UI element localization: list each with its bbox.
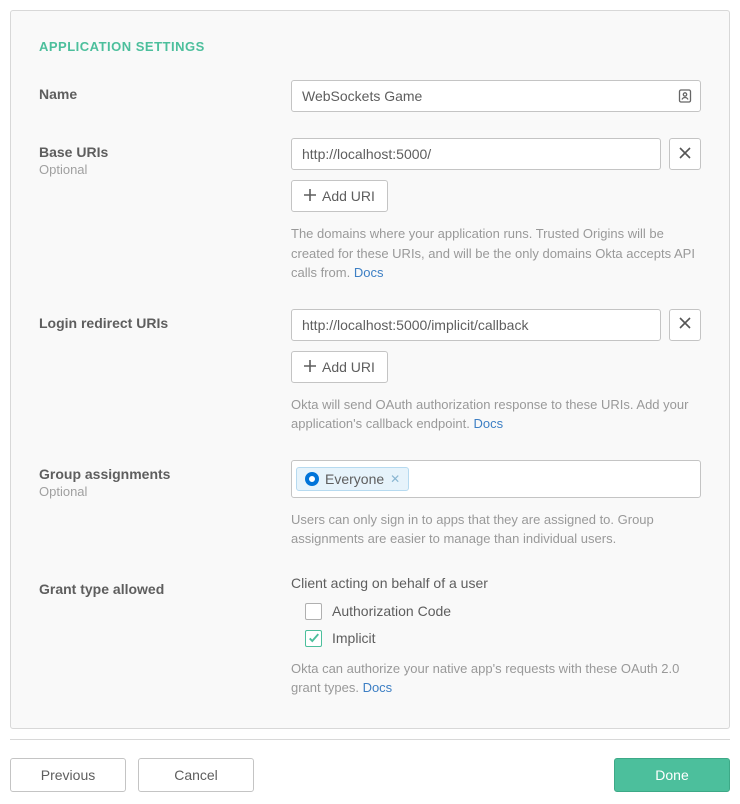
- base-uris-helper: The domains where your application runs.…: [291, 224, 701, 283]
- add-base-uri-label: Add URI: [322, 188, 375, 204]
- name-input[interactable]: [291, 80, 701, 112]
- grant-type-docs-link[interactable]: Docs: [363, 680, 393, 695]
- group-assignments-row: Group assignments Optional Everyone ✕ Us…: [39, 460, 701, 549]
- implicit-checkbox[interactable]: [305, 630, 322, 647]
- base-uris-docs-link[interactable]: Docs: [354, 265, 384, 280]
- name-label: Name: [39, 86, 291, 102]
- base-uris-row: Base URIs Optional Add URI The domains w…: [39, 138, 701, 283]
- contact-card-icon: [677, 88, 693, 104]
- name-row: Name: [39, 80, 701, 112]
- grant-type-field-col: Client acting on behalf of a user Author…: [291, 575, 701, 698]
- login-redirect-label: Login redirect URIs: [39, 315, 291, 331]
- remove-login-redirect-button[interactable]: [669, 309, 701, 341]
- grant-type-label-col: Grant type allowed: [39, 575, 291, 698]
- previous-button[interactable]: Previous: [10, 758, 126, 792]
- group-assignments-label: Group assignments: [39, 466, 291, 482]
- section-title: APPLICATION SETTINGS: [39, 39, 701, 54]
- footer-spacer: [266, 758, 602, 792]
- grant-type-subheading: Client acting on behalf of a user: [291, 575, 701, 591]
- footer: Previous Cancel Done: [10, 739, 730, 792]
- group-assignments-field-col: Everyone ✕ Users can only sign in to app…: [291, 460, 701, 549]
- base-uris-label: Base URIs: [39, 144, 291, 160]
- base-uris-label-col: Base URIs Optional: [39, 138, 291, 283]
- name-field-col: [291, 80, 701, 112]
- name-label-col: Name: [39, 80, 291, 112]
- application-settings-panel: APPLICATION SETTINGS Name Base URIs Op: [10, 10, 730, 729]
- login-redirect-row: Login redirect URIs Add URI Okta will se…: [39, 309, 701, 434]
- group-assignments-sublabel: Optional: [39, 484, 291, 499]
- name-input-wrap: [291, 80, 701, 112]
- radio-selected-icon: [305, 472, 319, 486]
- login-redirect-docs-link[interactable]: Docs: [473, 416, 503, 431]
- base-uri-entry: [291, 138, 701, 170]
- group-tag-label: Everyone: [325, 471, 384, 487]
- group-assignments-helper: Users can only sign in to apps that they…: [291, 510, 701, 549]
- implicit-option: Implicit: [291, 630, 701, 647]
- plus-icon: [304, 188, 316, 204]
- authorization-code-label: Authorization Code: [332, 603, 451, 619]
- authorization-code-option: Authorization Code: [291, 603, 701, 620]
- remove-base-uri-button[interactable]: [669, 138, 701, 170]
- base-uris-field-col: Add URI The domains where your applicati…: [291, 138, 701, 283]
- add-login-redirect-label: Add URI: [322, 359, 375, 375]
- grant-type-label: Grant type allowed: [39, 581, 291, 597]
- grant-type-helper-text: Okta can authorize your native app's req…: [291, 661, 679, 696]
- add-login-redirect-button[interactable]: Add URI: [291, 351, 388, 383]
- login-redirect-entry: [291, 309, 701, 341]
- cancel-button[interactable]: Cancel: [138, 758, 254, 792]
- login-redirect-label-col: Login redirect URIs: [39, 309, 291, 434]
- close-icon: [679, 147, 691, 162]
- plus-icon: [304, 359, 316, 375]
- login-redirect-helper: Okta will send OAuth authorization respo…: [291, 395, 701, 434]
- group-assignments-input[interactable]: Everyone ✕: [291, 460, 701, 498]
- base-uri-input[interactable]: [291, 138, 661, 170]
- add-base-uri-button[interactable]: Add URI: [291, 180, 388, 212]
- group-tag-everyone: Everyone ✕: [296, 467, 409, 491]
- base-uris-helper-text: The domains where your application runs.…: [291, 226, 695, 280]
- login-redirect-field-col: Add URI Okta will send OAuth authorizati…: [291, 309, 701, 434]
- grant-type-helper: Okta can authorize your native app's req…: [291, 659, 701, 698]
- grant-type-row: Grant type allowed Client acting on beha…: [39, 575, 701, 698]
- group-assignments-label-col: Group assignments Optional: [39, 460, 291, 549]
- login-redirect-input[interactable]: [291, 309, 661, 341]
- done-button[interactable]: Done: [614, 758, 730, 792]
- close-icon: [679, 317, 691, 332]
- implicit-label: Implicit: [332, 630, 376, 646]
- base-uris-sublabel: Optional: [39, 162, 291, 177]
- remove-tag-icon[interactable]: ✕: [390, 473, 400, 485]
- authorization-code-checkbox[interactable]: [305, 603, 322, 620]
